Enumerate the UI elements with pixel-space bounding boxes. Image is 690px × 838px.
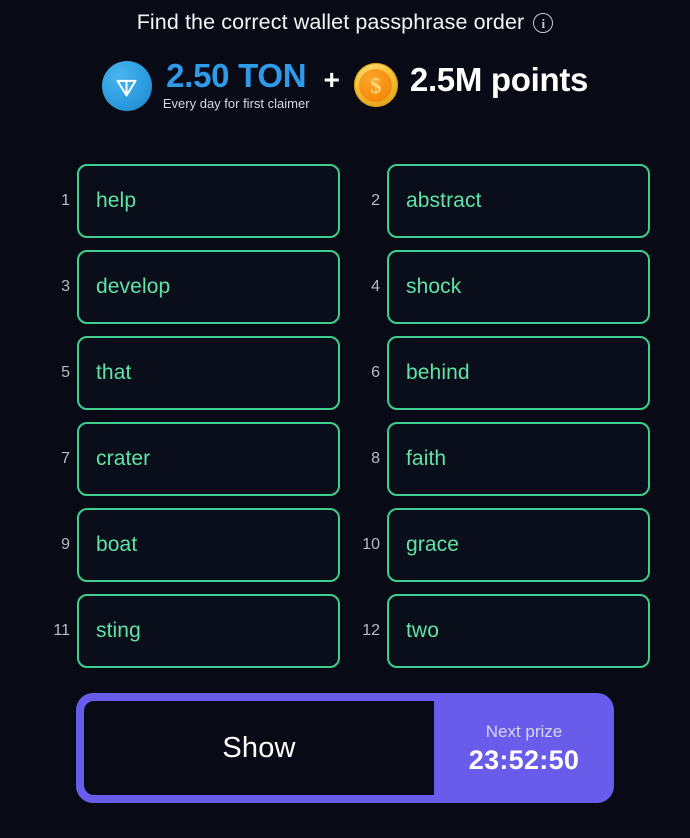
word-index: 9 [61,536,70,553]
page-title: Find the correct wallet passphrase order [136,10,525,34]
word-label: abstract [406,189,482,212]
next-prize-timer: 23:52:50 [468,744,580,775]
word-index: 1 [61,192,70,209]
word-index: 4 [371,278,380,295]
next-prize-panel: Next prize 23:52:50 [434,693,614,803]
word-slot: 12 two [350,593,650,669]
coin-dollar-symbol: $ [359,68,393,102]
ton-prize: 2.50 TON Every day for first claimer [101,58,310,112]
ton-subtitle: Every day for first claimer [162,96,310,111]
word-box[interactable]: crater [77,422,340,496]
word-box[interactable]: boat [77,508,340,582]
word-box[interactable]: abstract [387,164,650,238]
word-slot: 4 shock [350,249,650,325]
word-slot: 8 faith [350,421,650,497]
passphrase-word-grid: 1 help 2 abstract 3 develop 4 shock 5 th… [40,163,650,669]
points-amount: 2.5M points [409,61,589,98]
word-label: faith [406,447,447,470]
word-label: that [96,361,132,384]
word-label: behind [406,361,470,384]
word-index: 6 [371,364,380,381]
word-index: 8 [371,450,380,467]
word-index: 3 [61,278,70,295]
points-prize: $ 2.5M points [353,58,589,107]
gold-coin-icon: $ [353,63,398,107]
show-button[interactable]: Show [84,701,434,795]
next-prize-label: Next prize [485,721,563,741]
plus-separator: + [323,64,340,95]
word-box[interactable]: grace [387,508,650,582]
ton-prize-text: 2.50 TON Every day for first claimer [163,58,310,112]
word-index: 5 [61,364,70,381]
word-box[interactable]: two [387,594,650,668]
word-box[interactable]: faith [387,422,650,496]
word-slot: 9 boat [40,507,340,583]
word-slot: 6 behind [350,335,650,411]
word-label: crater [96,447,151,470]
word-box[interactable]: shock [387,250,650,324]
passphrase-game-screen: Find the correct wallet passphrase order… [0,0,690,838]
info-circle-icon[interactable]: i [533,12,554,33]
word-index: 12 [362,622,380,639]
word-index: 10 [362,536,380,553]
word-box[interactable]: develop [77,250,340,324]
word-label: boat [96,533,138,556]
word-slot: 3 develop [40,249,340,325]
word-index: 7 [61,450,70,467]
word-box[interactable]: behind [387,336,650,410]
show-button-label: Show [222,731,296,764]
word-slot: 2 abstract [350,163,650,239]
word-label: shock [406,275,462,298]
word-slot: 10 grace [350,507,650,583]
prize-banner: 2.50 TON Every day for first claimer + $… [0,58,690,112]
word-label: develop [96,275,171,298]
word-slot: 5 that [40,335,340,411]
action-bar: Show Next prize 23:52:50 [76,693,614,803]
word-index: 11 [53,622,70,639]
word-slot: 7 crater [40,421,340,497]
word-box[interactable]: sting [77,594,340,668]
ton-logo-icon [101,61,152,111]
ton-amount: 2.50 TON [166,57,307,94]
header: Find the correct wallet passphrase order… [0,10,690,35]
word-label: sting [96,619,141,642]
word-slot: 11 sting [40,593,340,669]
word-label: two [406,619,439,642]
word-box[interactable]: that [77,336,340,410]
word-label: grace [406,533,460,556]
word-box[interactable]: help [77,164,340,238]
word-slot: 1 help [40,163,340,239]
word-label: help [96,189,137,212]
word-index: 2 [371,192,380,209]
